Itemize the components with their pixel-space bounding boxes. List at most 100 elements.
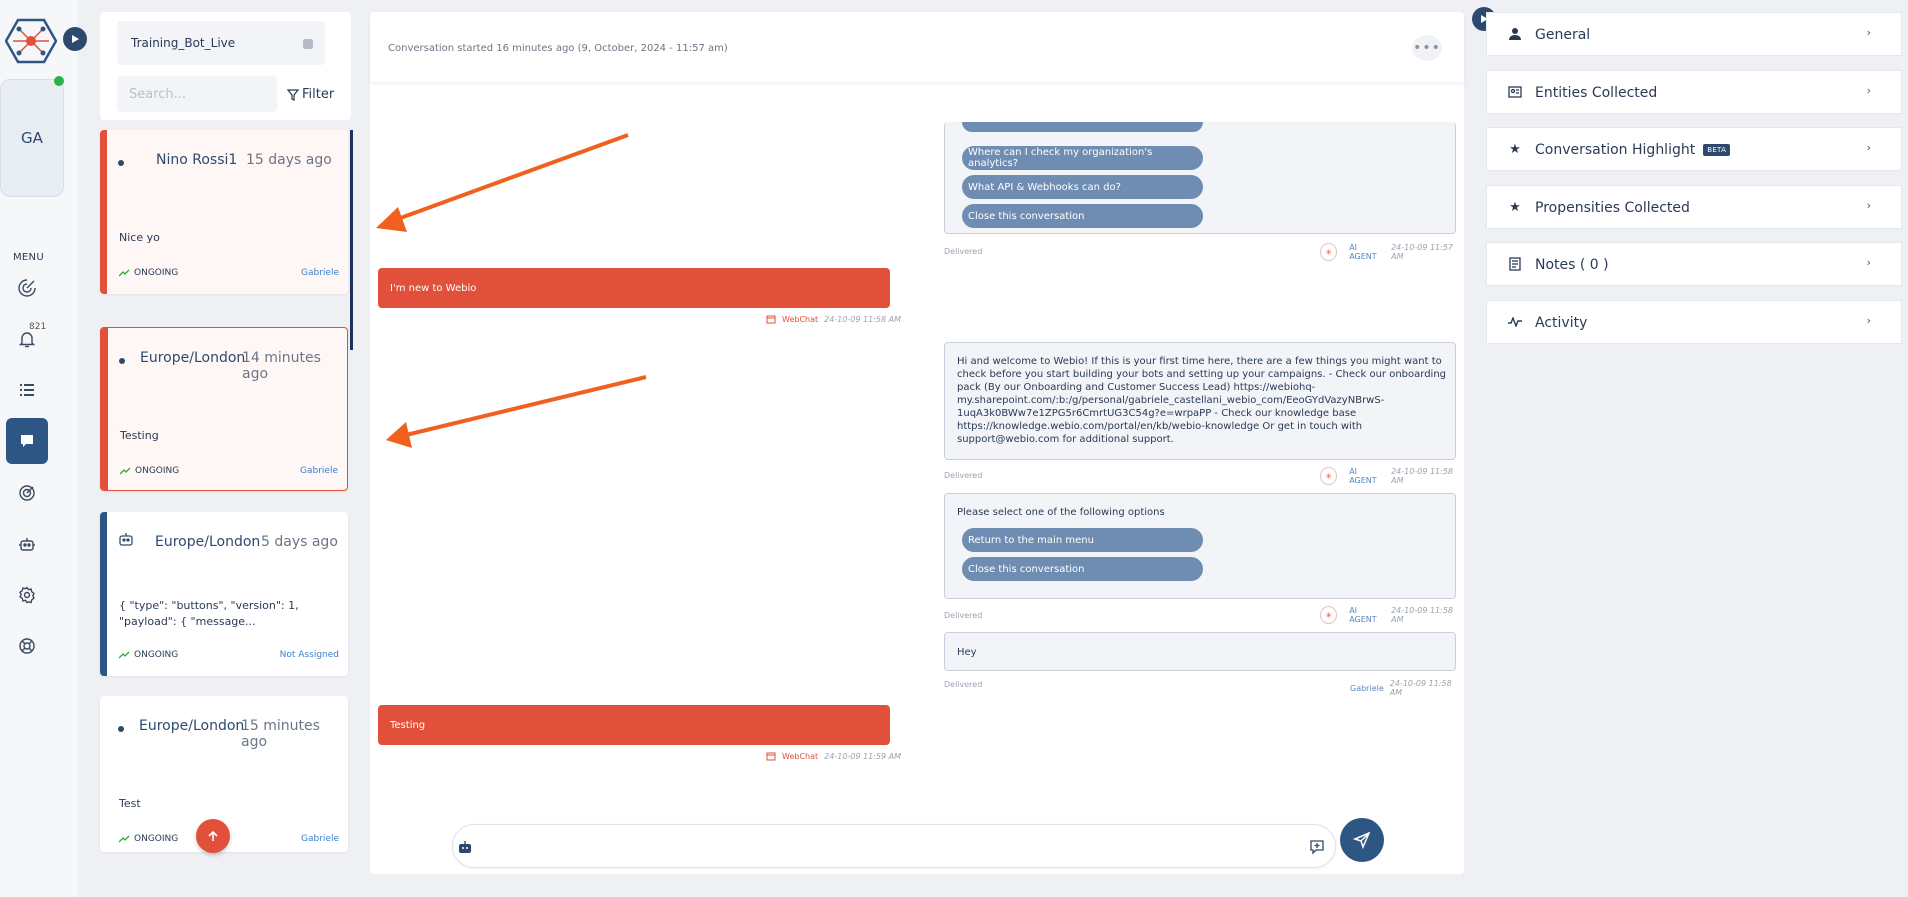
activity-icon	[1507, 314, 1523, 330]
notification-count: 821	[29, 322, 47, 332]
chat-icon	[21, 435, 33, 447]
search-input[interactable]: Search...	[117, 76, 277, 112]
bot-selector[interactable]: Training_Bot_Live	[117, 21, 325, 65]
section-general[interactable]: General ›	[1486, 12, 1902, 56]
robot-icon[interactable]	[16, 533, 38, 555]
section-title: General	[1535, 27, 1591, 43]
message-meta: WebChat 24-10-09 11:58 AM	[766, 314, 901, 324]
channel-bar	[100, 130, 107, 294]
option-button[interactable]: Close this conversation	[962, 557, 1203, 581]
user-avatar[interactable]: GA	[0, 79, 64, 197]
delivered-status: Delivered	[944, 611, 983, 620]
chevron-right-icon: ›	[1866, 26, 1871, 39]
trend-icon	[120, 467, 131, 475]
option-button[interactable]: What API & Webhooks can do?	[962, 175, 1203, 199]
option-button[interactable]: Where can I check my organization's anal…	[962, 146, 1203, 170]
arrow-up-icon	[208, 830, 218, 841]
contact-name: Europe/London	[155, 534, 261, 550]
more-icon: •••	[1413, 40, 1441, 56]
conversation-time: 14 minutes ago	[242, 350, 321, 382]
trend-icon	[119, 835, 130, 843]
option-button[interactable]: Return to the main menu	[962, 528, 1203, 552]
scroll-to-top-button[interactable]	[196, 819, 230, 853]
assigned-agent: Gabriele	[301, 268, 339, 278]
send-button[interactable]	[1340, 818, 1384, 862]
filter-label: Filter	[302, 87, 335, 102]
chevron-right-icon: ›	[1866, 84, 1871, 97]
bot-options-message: Please select one of the following optio…	[944, 493, 1456, 599]
conversation-list: Nino Rossi1 15 days ago Nice yo ONGOING …	[100, 130, 355, 852]
bot-message-text: Hi and welcome to Webio! If this is your…	[957, 356, 1447, 445]
chevron-right-icon: ›	[1866, 141, 1871, 154]
search-placeholder: Search...	[129, 86, 187, 102]
add-note-icon[interactable]	[1309, 839, 1325, 855]
bot-toggle-icon[interactable]	[457, 840, 473, 854]
avatar-initials: GA	[21, 129, 43, 147]
unread-dot	[118, 726, 124, 732]
message-composer[interactable]	[452, 824, 1336, 868]
unread-dot	[119, 358, 125, 364]
webio-logo[interactable]	[5, 18, 57, 64]
message-meta: ✳ AI AGENT 24-10-09 11:57 AM	[1320, 243, 1464, 261]
channel-bar	[100, 512, 107, 676]
calendar-icon	[766, 752, 776, 761]
bot-options-message: Where can I check my organization's anal…	[944, 122, 1456, 234]
chat-header: Conversation started 16 minutes ago (9, …	[370, 12, 1464, 82]
help-icon[interactable]	[16, 635, 38, 657]
option-button-partial[interactable]	[962, 122, 1203, 132]
last-message: { "type": "buttons", "version": 1, "payl…	[119, 599, 299, 628]
delivered-status: Delivered	[944, 471, 983, 480]
clear-bot-icon[interactable]	[303, 39, 313, 49]
message-meta: ✳ AI AGENT 24-10-09 11:58 AM	[1320, 467, 1464, 485]
conversation-started-text: Conversation started 16 minutes ago (9, …	[388, 43, 728, 54]
assigned-agent: Gabriele	[300, 466, 338, 476]
delivered-status: Delivered	[944, 680, 983, 689]
ai-agent-icon: ✳	[1320, 606, 1338, 624]
agent-message: Hey	[944, 632, 1456, 671]
section-propensities-collected[interactable]: ★ Propensities Collected ›	[1486, 185, 1902, 229]
section-activity[interactable]: Activity ›	[1486, 300, 1902, 344]
trend-icon	[119, 651, 130, 659]
chat-panel: Conversation started 16 minutes ago (9, …	[370, 12, 1464, 874]
analytics-icon[interactable]	[16, 277, 38, 299]
section-conversation-highlight[interactable]: ★ Conversation Highlight BETA ›	[1486, 127, 1902, 171]
collapse-menu-button[interactable]	[63, 27, 87, 51]
list-scrollbar[interactable]	[350, 130, 353, 350]
filter-icon	[287, 88, 299, 101]
status-label: ONGOING	[119, 834, 178, 844]
option-button[interactable]: Close this conversation	[962, 204, 1203, 228]
more-options-button[interactable]: •••	[1412, 35, 1442, 61]
section-title: Conversation Highlight BETA	[1535, 142, 1731, 158]
channel-bar	[101, 328, 108, 490]
status-label: ONGOING	[119, 650, 178, 660]
chevron-right-icon: ›	[1866, 314, 1871, 327]
conversation-card[interactable]: Europe/London 5 days ago { "type": "butt…	[100, 512, 348, 676]
conversations-nav-button[interactable]	[6, 418, 48, 464]
settings-icon[interactable]	[16, 584, 38, 606]
delivered-status: Delivered	[944, 247, 983, 256]
section-entities-collected[interactable]: Entities Collected ›	[1486, 70, 1902, 114]
contact-name: Europe/London	[140, 350, 246, 366]
conversation-card[interactable]: Nino Rossi1 15 days ago Nice yo ONGOING …	[100, 130, 348, 294]
conversation-card-selected[interactable]: Europe/London 14 minutes ago Testing ONG…	[100, 327, 348, 491]
filter-button[interactable]: Filter	[287, 87, 334, 102]
conversation-time: 15 days ago	[246, 152, 332, 168]
star-icon: ★	[1509, 141, 1521, 157]
unread-dot	[118, 160, 124, 166]
section-notes[interactable]: Notes ( 0 ) ›	[1486, 242, 1902, 286]
ai-agent-icon: ✳	[1320, 467, 1338, 485]
list-icon[interactable]	[16, 379, 38, 401]
contact-name: Nino Rossi1	[156, 152, 238, 168]
user-message: I'm new to Webio	[378, 268, 890, 308]
last-message: Nice yo	[119, 231, 160, 244]
target-icon[interactable]	[16, 482, 38, 504]
online-status-dot	[54, 76, 64, 86]
bot-message-text: Please select one of the following optio…	[957, 507, 1165, 518]
star-icon: ★	[1509, 199, 1521, 215]
play-icon	[72, 35, 79, 43]
status-label: ONGOING	[119, 268, 178, 278]
note-icon	[1507, 256, 1523, 272]
bot-text-message: Hi and welcome to Webio! If this is your…	[944, 342, 1456, 460]
calendar-icon	[766, 315, 776, 324]
last-message: Test	[119, 797, 141, 810]
